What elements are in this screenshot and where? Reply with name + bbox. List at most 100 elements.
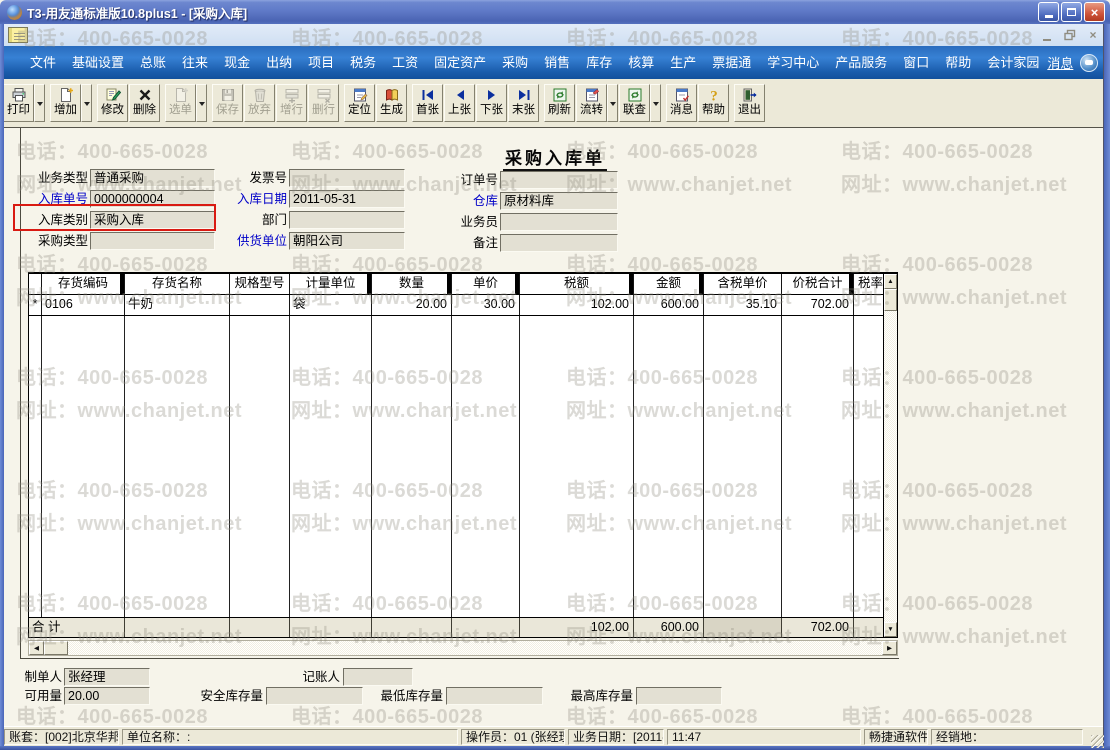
field-ywy[interactable] bbox=[500, 213, 618, 231]
mdi-close-button[interactable]: × bbox=[1086, 29, 1100, 41]
grid-header-10[interactable]: 价税合计 bbox=[782, 274, 854, 294]
toolbar-dropdown-link-query[interactable] bbox=[650, 84, 661, 122]
grid-horizontal-scrollbar[interactable]: ◀ ▶ bbox=[28, 640, 898, 656]
menu-item-1[interactable]: 基础设置 bbox=[64, 46, 132, 79]
field-ywlx[interactable]: 普通采购 bbox=[90, 169, 215, 187]
grid-header-11[interactable]: 税率 bbox=[854, 274, 883, 294]
grid-header-3[interactable]: 规格型号 bbox=[230, 274, 290, 294]
grid-header-1[interactable]: 存货编码 bbox=[42, 274, 125, 294]
grid-vertical-scrollbar[interactable]: ▲ ▼ bbox=[883, 274, 897, 637]
menu-item-14[interactable]: 生产 bbox=[662, 46, 704, 79]
field-ck[interactable]: 原材料库 bbox=[500, 192, 618, 210]
toolbar-button-generate[interactable]: 生成 bbox=[376, 84, 407, 122]
grid-cell-r0-c11[interactable] bbox=[854, 295, 883, 315]
grid-cell-r0-c1[interactable]: 0106 bbox=[42, 295, 125, 315]
toolbar-dropdown-print[interactable] bbox=[34, 84, 45, 122]
grid-cell-r0-c5[interactable]: 20.00 bbox=[372, 295, 452, 315]
minimize-button[interactable] bbox=[1038, 2, 1059, 22]
footer-field-aqkcl[interactable] bbox=[266, 687, 363, 705]
menu-item-7[interactable]: 税务 bbox=[342, 46, 384, 79]
toolbar-button-print[interactable]: 打印 bbox=[3, 84, 34, 122]
grid-cell-r0-c4[interactable]: 袋 bbox=[290, 295, 372, 315]
toolbar-button-exit[interactable]: 退出 bbox=[734, 84, 765, 122]
footer-field-zdkcl[interactable] bbox=[446, 687, 543, 705]
menu-item-13[interactable]: 核算 bbox=[620, 46, 662, 79]
scroll-down-button[interactable]: ▼ bbox=[884, 622, 897, 637]
scroll-up-button[interactable]: ▲ bbox=[884, 274, 897, 289]
footer-field-zgkcl[interactable] bbox=[636, 687, 722, 705]
menu-item-11[interactable]: 销售 bbox=[536, 46, 578, 79]
grid-cell-r0-c0[interactable]: * bbox=[29, 295, 42, 315]
field-ghdw[interactable]: 朝阳公司 bbox=[289, 232, 405, 250]
menu-item-8[interactable]: 工资 bbox=[384, 46, 426, 79]
menu-item-16[interactable]: 学习中心 bbox=[759, 46, 827, 79]
footer-field-zdr[interactable]: 张经理 bbox=[64, 668, 150, 686]
grid-cell-r0-c8[interactable]: 600.00 bbox=[634, 295, 704, 315]
toolbar-button-prev-bill[interactable]: 上张 bbox=[444, 84, 475, 122]
menu-item-5[interactable]: 出纳 bbox=[258, 46, 300, 79]
resize-grip[interactable] bbox=[1091, 735, 1104, 748]
grid-header-9[interactable]: 含税单价 bbox=[704, 274, 782, 294]
toolbar-button-link-query[interactable]: 联查 bbox=[619, 84, 650, 122]
message-link[interactable]: 消息 bbox=[1047, 53, 1073, 72]
field-ddh[interactable] bbox=[500, 171, 618, 189]
grid-cell-r0-c3[interactable] bbox=[230, 295, 290, 315]
toolbar-button-modify[interactable]: 修改 bbox=[97, 84, 128, 122]
field-cglx[interactable] bbox=[90, 232, 215, 250]
menu-item-3[interactable]: 往来 bbox=[174, 46, 216, 79]
grid-header-5[interactable]: 数量 bbox=[372, 274, 452, 294]
toolbar-button-refresh[interactable]: 刷新 bbox=[544, 84, 575, 122]
mdi-minimize-button[interactable] bbox=[1040, 29, 1054, 41]
menu-item-19[interactable]: 帮助 bbox=[937, 46, 979, 79]
grid-header-7[interactable]: 税额 bbox=[520, 274, 634, 294]
grid-header-2[interactable]: 存货名称 bbox=[125, 274, 230, 294]
toolbar-button-label: 消息 bbox=[670, 103, 693, 117]
toolbar-button-last-bill[interactable]: 末张 bbox=[508, 84, 539, 122]
toolbar-button-flow[interactable]: 流转 bbox=[576, 84, 607, 122]
menu-item-2[interactable]: 总账 bbox=[132, 46, 174, 79]
menu-item-18[interactable]: 窗口 bbox=[895, 46, 937, 79]
field-rkrq[interactable]: 2011-05-31 bbox=[289, 190, 405, 208]
scroll-right-button[interactable]: ▶ bbox=[882, 641, 897, 655]
grid-cell-r0-c9[interactable]: 35.10 bbox=[704, 295, 782, 315]
field-rklb[interactable]: 采购入库 bbox=[90, 211, 215, 229]
scroll-left-button[interactable]: ◀ bbox=[29, 641, 44, 655]
field-fph[interactable] bbox=[289, 169, 405, 187]
menu-item-15[interactable]: 票据通 bbox=[704, 46, 759, 79]
menu-item-12[interactable]: 库存 bbox=[578, 46, 620, 79]
footer-field-jzr[interactable] bbox=[343, 668, 413, 686]
close-button[interactable]: × bbox=[1084, 2, 1105, 22]
menu-item-6[interactable]: 项目 bbox=[300, 46, 342, 79]
maximize-button[interactable] bbox=[1061, 2, 1082, 22]
toolbar-button-delete[interactable]: 删除 bbox=[129, 84, 160, 122]
vertical-scroll-thumb[interactable] bbox=[884, 289, 897, 311]
toolbar-button-add[interactable]: 增加 bbox=[50, 84, 81, 122]
grid-header-6[interactable]: 单价 bbox=[452, 274, 520, 294]
grid-header-8[interactable]: 金额 bbox=[634, 274, 704, 294]
field-bz[interactable] bbox=[500, 234, 618, 252]
menu-item-17[interactable]: 产品服务 bbox=[827, 46, 895, 79]
menu-item-20[interactable]: 会计家园 bbox=[979, 46, 1047, 79]
field-bm[interactable] bbox=[289, 211, 405, 229]
toolbar-dropdown-add[interactable] bbox=[81, 84, 92, 122]
field-rkdh[interactable]: 0000000004 bbox=[90, 190, 215, 208]
toolbar-button-next-bill[interactable]: 下张 bbox=[476, 84, 507, 122]
toolbar-button-first-bill[interactable]: 首张 bbox=[412, 84, 443, 122]
toolbar-button-message[interactable]: 消息 bbox=[666, 84, 697, 122]
menu-item-10[interactable]: 采购 bbox=[494, 46, 536, 79]
grid-header-0[interactable] bbox=[29, 274, 42, 294]
horizontal-scroll-thumb[interactable] bbox=[44, 641, 68, 655]
grid-header-4[interactable]: 计量单位 bbox=[290, 274, 372, 294]
footer-field-kyl[interactable]: 20.00 bbox=[64, 687, 150, 705]
toolbar-dropdown-flow[interactable] bbox=[607, 84, 618, 122]
menu-item-0[interactable]: 文件 bbox=[22, 46, 64, 79]
toolbar-button-help[interactable]: ?帮助 bbox=[698, 84, 729, 122]
mdi-restore-button[interactable] bbox=[1063, 29, 1077, 41]
menu-item-4[interactable]: 现金 bbox=[216, 46, 258, 79]
grid-cell-r0-c6[interactable]: 30.00 bbox=[452, 295, 520, 315]
toolbar-button-locate[interactable]: 定位 bbox=[344, 84, 375, 122]
menu-item-9[interactable]: 固定资产 bbox=[426, 46, 494, 79]
grid-cell-r0-c7[interactable]: 102.00 bbox=[520, 295, 634, 315]
grid-cell-r0-c2[interactable]: 牛奶 bbox=[125, 295, 230, 315]
grid-cell-r0-c10[interactable]: 702.00 bbox=[782, 295, 854, 315]
